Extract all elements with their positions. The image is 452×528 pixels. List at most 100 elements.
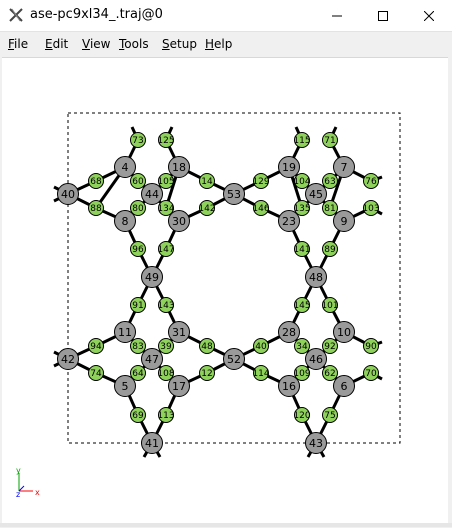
atom-gray-48-label: 48 bbox=[309, 271, 323, 284]
menu-edit[interactable]: Edit bbox=[45, 37, 68, 51]
atom-green-75[interactable]: 75 bbox=[322, 407, 338, 423]
atom-gray-6[interactable]: 6 bbox=[333, 375, 355, 397]
atom-gray-9[interactable]: 9 bbox=[333, 210, 355, 232]
atom-gray-23[interactable]: 23 bbox=[278, 210, 300, 232]
atom-gray-8[interactable]: 8 bbox=[114, 210, 136, 232]
menu-edit-rest: dit bbox=[52, 37, 69, 51]
atom-gray-10-label: 10 bbox=[337, 326, 351, 339]
atom-gray-5[interactable]: 5 bbox=[114, 375, 136, 397]
menu-help[interactable]: Help bbox=[205, 37, 232, 51]
atom-green-96[interactable]: 96 bbox=[130, 241, 146, 257]
atom-green-92[interactable]: 92 bbox=[322, 338, 338, 354]
atom-green-147[interactable]: 147 bbox=[157, 241, 175, 257]
atom-green-114[interactable]: 114 bbox=[252, 365, 270, 381]
atom-green-40[interactable]: 40 bbox=[253, 338, 269, 354]
atom-green-120[interactable]: 120 bbox=[293, 407, 311, 423]
atom-gray-17[interactable]: 17 bbox=[168, 375, 190, 397]
structure-viewer[interactable]: 73 125 115 71 68 60 105 14 129 104 63 76 88 80 134 142 1… bbox=[2, 57, 448, 524]
atom-gray-49[interactable]: 49 bbox=[141, 266, 163, 288]
atom-gray-11-label: 11 bbox=[118, 326, 132, 339]
atom-gray-47[interactable]: 47 bbox=[141, 348, 163, 370]
atom-green-34[interactable]: 34 bbox=[294, 338, 310, 354]
atom-green-81[interactable]: 81 bbox=[322, 200, 338, 216]
atom-green-142[interactable]: 142 bbox=[198, 200, 216, 216]
atom-green-143[interactable]: 143 bbox=[157, 297, 175, 313]
atom-gray-30[interactable]: 30 bbox=[168, 210, 190, 232]
atom-green-115[interactable]: 115 bbox=[293, 132, 311, 148]
atom-green-88[interactable]: 88 bbox=[88, 200, 104, 216]
atom-gray-48[interactable]: 48 bbox=[305, 266, 327, 288]
molecule-canvas[interactable]: 73 125 115 7168 60 105 14 129 104 63 7688 80 134 142 1… bbox=[2, 58, 448, 524]
atom-green-80-label: 80 bbox=[132, 204, 144, 214]
atom-green-91[interactable]: 91 bbox=[130, 297, 146, 313]
atom-gray-43[interactable]: 43 bbox=[305, 432, 327, 454]
atom-green-39[interactable]: 39 bbox=[158, 338, 174, 354]
atom-gray-41-label: 41 bbox=[145, 437, 159, 450]
atom-gray-44[interactable]: 44 bbox=[141, 183, 163, 205]
atom-green-68[interactable]: 68 bbox=[88, 173, 104, 189]
atom-gray-40[interactable]: 40 bbox=[57, 183, 79, 205]
atom-green-94[interactable]: 94 bbox=[88, 338, 104, 354]
atom-green-62[interactable]: 62 bbox=[322, 365, 338, 381]
atom-green-76[interactable]: 76 bbox=[363, 173, 379, 189]
menu-view[interactable]: View bbox=[82, 37, 110, 51]
atom-gray-49-label: 49 bbox=[145, 271, 159, 284]
atom-green-48-label: 48 bbox=[201, 342, 213, 352]
atom-gray-52[interactable]: 52 bbox=[223, 348, 245, 370]
atom-green-71[interactable]: 71 bbox=[322, 132, 338, 148]
atom-green-94-label: 94 bbox=[90, 342, 102, 352]
atom-green-101[interactable]: 101 bbox=[321, 297, 339, 313]
atom-gray-30-label: 30 bbox=[172, 215, 186, 228]
atom-green-60[interactable]: 60 bbox=[130, 173, 146, 189]
menu-file[interactable]: File bbox=[8, 37, 28, 51]
axis-y-label: y bbox=[16, 466, 21, 475]
atom-green-74[interactable]: 74 bbox=[88, 365, 104, 381]
atom-green-113[interactable]: 113 bbox=[157, 407, 175, 423]
atom-gray-19[interactable]: 19 bbox=[278, 156, 300, 178]
atom-gray-7[interactable]: 7 bbox=[333, 156, 355, 178]
atom-green-75-label: 75 bbox=[324, 411, 335, 421]
atom-gray-41[interactable]: 41 bbox=[141, 432, 163, 454]
atom-green-103[interactable]: 103 bbox=[362, 200, 380, 216]
atom-green-70[interactable]: 70 bbox=[363, 365, 379, 381]
atom-green-69[interactable]: 69 bbox=[130, 407, 146, 423]
atom-gray-6-label: 6 bbox=[341, 380, 348, 393]
atom-gray-28[interactable]: 28 bbox=[278, 321, 300, 343]
atom-gray-11[interactable]: 11 bbox=[114, 321, 136, 343]
atom-green-141[interactable]: 141 bbox=[293, 241, 311, 257]
atom-gray-16[interactable]: 16 bbox=[278, 375, 300, 397]
atom-green-129[interactable]: 129 bbox=[252, 173, 270, 189]
minimize-button[interactable] bbox=[314, 0, 360, 31]
menu-setup[interactable]: Setup bbox=[162, 37, 197, 51]
atom-green-92-label: 92 bbox=[324, 342, 335, 352]
atom-green-147-label: 147 bbox=[157, 245, 174, 255]
atom-green-125[interactable]: 125 bbox=[157, 132, 175, 148]
atom-gray-42[interactable]: 42 bbox=[57, 348, 79, 370]
atom-green-145[interactable]: 145 bbox=[293, 297, 311, 313]
atom-green-14[interactable]: 14 bbox=[199, 173, 215, 189]
atom-green-105[interactable]: 105 bbox=[157, 173, 175, 189]
atom-gray-4[interactable]: 4 bbox=[114, 156, 136, 178]
atom-green-89[interactable]: 89 bbox=[322, 241, 338, 257]
atom-green-120-label: 120 bbox=[293, 411, 310, 421]
minimize-icon bbox=[332, 15, 342, 16]
atom-gray-7-label: 7 bbox=[341, 161, 348, 174]
atom-green-12[interactable]: 12 bbox=[199, 365, 215, 381]
atom-gray-45[interactable]: 45 bbox=[305, 183, 327, 205]
atom-green-63[interactable]: 63 bbox=[322, 173, 338, 189]
atom-gray-31[interactable]: 31 bbox=[168, 321, 190, 343]
atom-green-48[interactable]: 48 bbox=[199, 338, 215, 354]
maximize-button[interactable] bbox=[360, 0, 406, 31]
atom-gray-18[interactable]: 18 bbox=[168, 156, 190, 178]
atom-gray-53[interactable]: 53 bbox=[223, 183, 245, 205]
atom-green-83[interactable]: 83 bbox=[130, 338, 146, 354]
atom-gray-46[interactable]: 46 bbox=[305, 348, 327, 370]
close-button[interactable] bbox=[406, 0, 452, 31]
atom-green-146[interactable]: 146 bbox=[252, 200, 270, 216]
atom-green-73[interactable]: 73 bbox=[130, 132, 146, 148]
atom-green-90[interactable]: 90 bbox=[363, 338, 379, 354]
menu-tools[interactable]: Tools bbox=[119, 37, 149, 51]
atom-gray-10[interactable]: 10 bbox=[333, 321, 355, 343]
atom-gray-8-label: 8 bbox=[122, 215, 129, 228]
axis-z-label: z bbox=[16, 490, 20, 499]
